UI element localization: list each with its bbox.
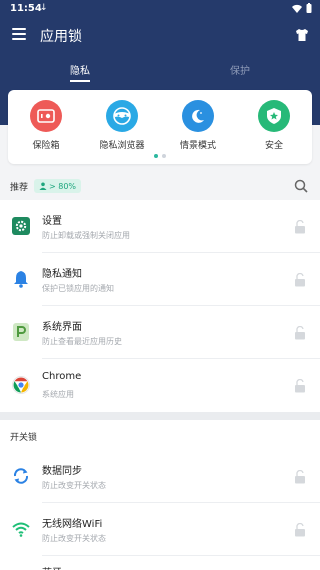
wifi-icon bbox=[12, 520, 30, 538]
item-subtitle: 防止改变开关状态 bbox=[42, 534, 106, 543]
item-subtitle: 防止改变开关状态 bbox=[42, 481, 106, 490]
status-icons bbox=[292, 3, 312, 13]
item-subtitle: 防止卸载或强制关闭应用 bbox=[42, 231, 130, 240]
item-title: 数据同步 bbox=[42, 466, 82, 477]
unlock-icon[interactable] bbox=[294, 273, 306, 287]
list-item[interactable]: 数据同步 防止改变开关状态 bbox=[0, 450, 320, 503]
search-icon[interactable] bbox=[294, 179, 308, 193]
quick-action-label: 保险箱 bbox=[32, 141, 60, 151]
item-title: 无线网络WiFi bbox=[42, 519, 103, 530]
switch-lock-label: 开关锁 bbox=[10, 433, 38, 443]
settings-icon bbox=[12, 217, 30, 235]
user-icon bbox=[39, 182, 47, 190]
shield-star-icon bbox=[258, 100, 290, 132]
tab-indicator bbox=[70, 80, 90, 82]
item-title: Chrome bbox=[42, 371, 82, 382]
safe-box-icon bbox=[30, 100, 62, 132]
wifi-signal-icon bbox=[292, 4, 302, 13]
quick-action-label: 情景模式 bbox=[179, 141, 216, 151]
item-title: 设置 bbox=[42, 216, 62, 227]
recommend-header: 推荐 > 80% bbox=[0, 172, 320, 200]
app-title: 应用锁 bbox=[40, 29, 82, 45]
quick-actions-card: 保险箱 隐私浏览器 情景模式 安全 bbox=[8, 90, 312, 164]
status-time: 11:54 bbox=[10, 3, 42, 14]
item-subtitle: 防止查看最近应用历史 bbox=[42, 337, 122, 346]
theme-shirt-icon[interactable] bbox=[294, 27, 310, 43]
unlock-icon[interactable] bbox=[294, 326, 306, 340]
quick-action-private-browser[interactable]: 隐私浏览器 bbox=[87, 100, 157, 151]
chrome-icon bbox=[12, 376, 30, 394]
page-indicator bbox=[154, 154, 166, 158]
unlock-icon[interactable] bbox=[294, 523, 306, 537]
app-bar: 应用锁 bbox=[0, 18, 320, 52]
recommend-badge: > 80% bbox=[34, 179, 82, 193]
quick-action-security[interactable]: 安全 bbox=[239, 100, 309, 151]
quick-action-scene-mode[interactable]: 情景模式 bbox=[163, 100, 233, 151]
recommend-list: 设置 防止卸载或强制关闭应用 隐私通知 保护已锁应用的通知 系统界面 防止查看最… bbox=[0, 200, 320, 412]
bluetooth-item-title: 蓝牙 bbox=[42, 564, 62, 570]
unlock-icon[interactable] bbox=[294, 470, 306, 484]
list-item[interactable]: 设置 防止卸载或强制关闭应用 bbox=[0, 200, 320, 253]
item-subtitle: 系统应用 bbox=[42, 390, 74, 399]
section-divider bbox=[0, 412, 320, 420]
quick-action-label: 隐私浏览器 bbox=[99, 141, 145, 151]
system-ui-icon bbox=[12, 323, 30, 341]
sync-icon bbox=[12, 467, 30, 485]
item-title: 隐私通知 bbox=[42, 269, 82, 280]
item-title: 系统界面 bbox=[42, 322, 82, 333]
tab-privacy[interactable]: 隐私 bbox=[70, 62, 90, 77]
list-item[interactable]: 隐私通知 保护已锁应用的通知 bbox=[0, 253, 320, 306]
menu-icon[interactable] bbox=[12, 28, 26, 40]
recommend-badge-text: > 80% bbox=[49, 181, 77, 191]
private-browser-icon bbox=[106, 100, 138, 132]
status-bar: 11:54 ↓ bbox=[0, 0, 320, 18]
bell-icon bbox=[12, 270, 30, 288]
battery-icon bbox=[306, 3, 312, 13]
tab-bar: 隐私 保护 bbox=[0, 55, 320, 85]
moon-icon bbox=[182, 100, 214, 132]
list-item[interactable]: 无线网络WiFi 防止改变开关状态 bbox=[0, 503, 320, 556]
list-item[interactable]: Chrome 系统应用 bbox=[0, 359, 320, 412]
download-icon: ↓ bbox=[40, 3, 48, 13]
tab-protection[interactable]: 保护 bbox=[230, 62, 250, 77]
quick-action-safe-box[interactable]: 保险箱 bbox=[11, 100, 81, 151]
unlock-icon[interactable] bbox=[294, 379, 306, 393]
switch-lock-section: 开关锁 数据同步 防止改变开关状态 无线网络WiFi 防止改变开关状态 蓝牙 bbox=[0, 420, 320, 570]
recommend-label: 推荐 bbox=[10, 183, 29, 193]
item-subtitle: 保护已锁应用的通知 bbox=[42, 284, 114, 293]
unlock-icon[interactable] bbox=[294, 220, 306, 234]
list-item[interactable]: 系统界面 防止查看最近应用历史 bbox=[0, 306, 320, 359]
quick-action-label: 安全 bbox=[264, 141, 283, 151]
